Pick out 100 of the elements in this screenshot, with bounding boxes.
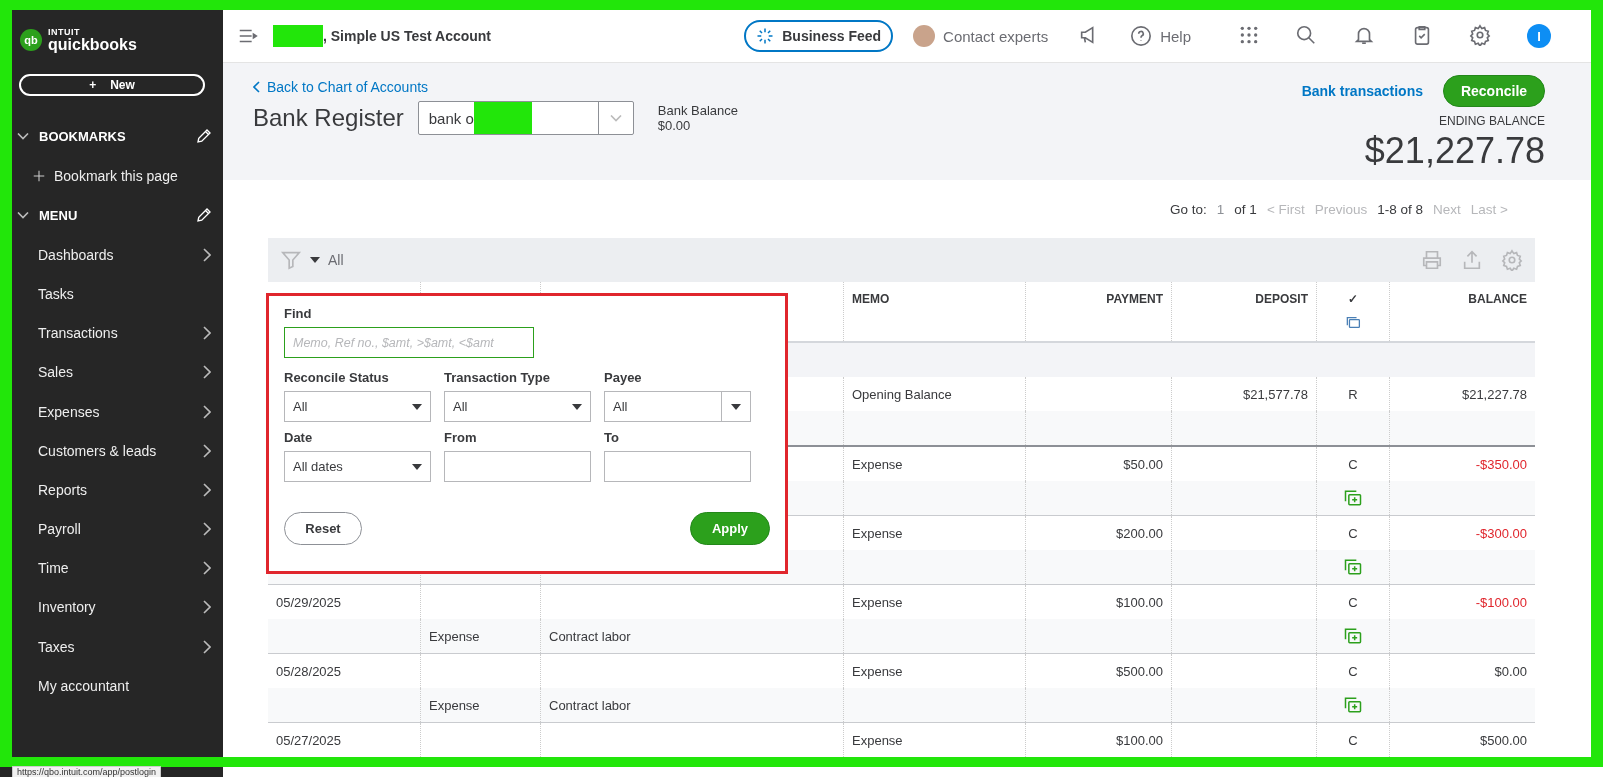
- menu-item[interactable]: My accountant: [12, 666, 223, 706]
- bookmark-item[interactable]: Bookmark this page: [12, 156, 223, 196]
- table-row[interactable]: 05/27/2025 Expense $100.00 C $500.00: [268, 723, 1535, 757]
- table-cell: Expense: [852, 525, 903, 541]
- copy-icon[interactable]: [1344, 314, 1362, 331]
- status-url: https://qbo.intuit.com/app/postlogin: [12, 766, 162, 777]
- table-cell: $0.00: [1494, 663, 1527, 679]
- menu-item[interactable]: Taxes: [12, 627, 223, 667]
- table-cell: 05/27/2025: [276, 732, 342, 748]
- menu-item[interactable]: Tasks: [12, 274, 223, 314]
- combo-field[interactable]: All: [604, 391, 751, 422]
- table-cell: $21,577.78: [1242, 386, 1308, 402]
- bank-balance: $0.00: [657, 118, 692, 133]
- select-field[interactable]: All: [284, 391, 431, 422]
- add-split-icon[interactable]: [1343, 557, 1363, 577]
- table-row[interactable]: Expense Contract labor: [268, 619, 1535, 654]
- chevron-icon: [203, 561, 211, 576]
- sparkle-icon: [756, 27, 775, 45]
- help-link[interactable]: Help: [1130, 25, 1191, 47]
- chevron-icon: [609, 114, 622, 122]
- account-dropdown[interactable]: bank o: [417, 101, 634, 135]
- filter-icon[interactable]: [280, 249, 302, 271]
- table-cell: $100.00: [1116, 732, 1163, 748]
- table-cell: $500.00: [1116, 663, 1163, 679]
- menu-item[interactable]: Customers & leads: [12, 431, 223, 471]
- table-cell: R: [1348, 386, 1358, 402]
- pencil-icon[interactable]: [195, 206, 213, 225]
- select-field[interactable]: All dates: [284, 451, 431, 482]
- table-cell: C: [1348, 594, 1358, 610]
- back-link[interactable]: Back to Chart of Accounts: [253, 79, 738, 95]
- menu-item[interactable]: Transactions: [12, 313, 223, 353]
- plus-icon: [32, 168, 46, 183]
- filter-dropdown[interactable]: All: [328, 252, 344, 268]
- print-icon[interactable]: [1421, 249, 1443, 271]
- logo-icon: qb: [20, 29, 42, 51]
- table-cell: Expense: [852, 594, 903, 610]
- chevron-icon: [203, 639, 211, 654]
- ending-balance: $21,227.78: [1364, 130, 1545, 172]
- field-label: Transaction Type: [444, 370, 551, 385]
- table-cell: $100.00: [1116, 594, 1163, 610]
- ending-balance-label: ENDING BALANCE: [1438, 114, 1545, 128]
- column-header[interactable]: ✓: [1348, 292, 1358, 306]
- business-feed-button[interactable]: Business Feed: [744, 20, 894, 52]
- redaction-block: [273, 25, 323, 47]
- column-header[interactable]: MEMO: [852, 292, 890, 306]
- table-cell: Contract labor: [549, 628, 631, 644]
- field-label: To: [604, 430, 620, 445]
- menu-item[interactable]: Sales: [12, 352, 223, 392]
- chevron-icon: [203, 482, 211, 497]
- table-cell: C: [1348, 525, 1358, 541]
- menu-item[interactable]: Payroll: [12, 509, 223, 549]
- table-cell: Expense: [852, 663, 903, 679]
- menu-item[interactable]: Dashboards: [12, 235, 223, 275]
- menu-item[interactable]: Reports: [12, 470, 223, 510]
- pagination-link[interactable]: 1-8 of 8: [1377, 201, 1424, 217]
- bank-transactions-link[interactable]: Bank transactions: [1301, 83, 1423, 99]
- table-row[interactable]: Expense Contract labor: [268, 688, 1535, 723]
- find-field[interactable]: Memo, Ref no., $amt, >$amt, <$amt: [284, 327, 534, 358]
- reset-button[interactable]: Reset: [284, 512, 362, 545]
- menu-item[interactable]: Inventory: [12, 587, 223, 628]
- settings-icon[interactable]: [1469, 23, 1491, 46]
- date-field[interactable]: [604, 451, 751, 482]
- table-cell: -$300.00: [1475, 525, 1527, 541]
- add-split-icon[interactable]: [1343, 488, 1363, 508]
- add-split-icon[interactable]: [1343, 626, 1363, 646]
- column-header[interactable]: DEPOSIT: [1255, 292, 1308, 306]
- select-field[interactable]: All: [444, 391, 591, 422]
- field-label: Payee: [604, 370, 643, 385]
- search-icon[interactable]: [1295, 23, 1317, 46]
- chevron-icon: [203, 600, 211, 615]
- table-cell: Expense: [429, 628, 480, 644]
- section-title[interactable]: MENU: [39, 207, 185, 223]
- add-split-icon[interactable]: [1343, 695, 1363, 715]
- column-header[interactable]: BALANCE: [1468, 292, 1527, 306]
- page-count: of 1: [1234, 201, 1257, 217]
- export-icon[interactable]: [1461, 249, 1483, 271]
- menu-item[interactable]: Expenses: [12, 391, 223, 432]
- table-cell: C: [1348, 663, 1358, 679]
- table-cell: -$100.00: [1475, 594, 1527, 610]
- pencil-icon[interactable]: [195, 127, 213, 145]
- chevron-icon: [203, 326, 211, 341]
- section-title[interactable]: BOOKMARKS: [39, 128, 185, 144]
- field-label: Find: [284, 306, 313, 321]
- chevron-icon: [203, 443, 211, 458]
- chevron-icon: [203, 365, 211, 380]
- company-name: , Simple US Test Account: [323, 28, 492, 44]
- new-button[interactable]: + New: [19, 74, 205, 96]
- column-header[interactable]: PAYMENT: [1106, 292, 1163, 306]
- table-cell: Expense: [852, 456, 903, 472]
- table-cell: C: [1348, 732, 1358, 748]
- menu-item[interactable]: Time: [12, 548, 223, 588]
- apps-grid-icon[interactable]: [1239, 24, 1259, 45]
- table-cell: Expense: [429, 697, 480, 713]
- date-field[interactable]: [444, 451, 591, 482]
- table-cell: $500.00: [1480, 732, 1527, 748]
- table-cell: Contract labor: [549, 697, 631, 713]
- field-label: Date: [284, 430, 314, 445]
- contact-experts-link[interactable]: Contact experts: [913, 25, 1049, 47]
- bank-balance-label: Bank Balance: [657, 103, 738, 118]
- chevron-icon: [203, 522, 211, 537]
